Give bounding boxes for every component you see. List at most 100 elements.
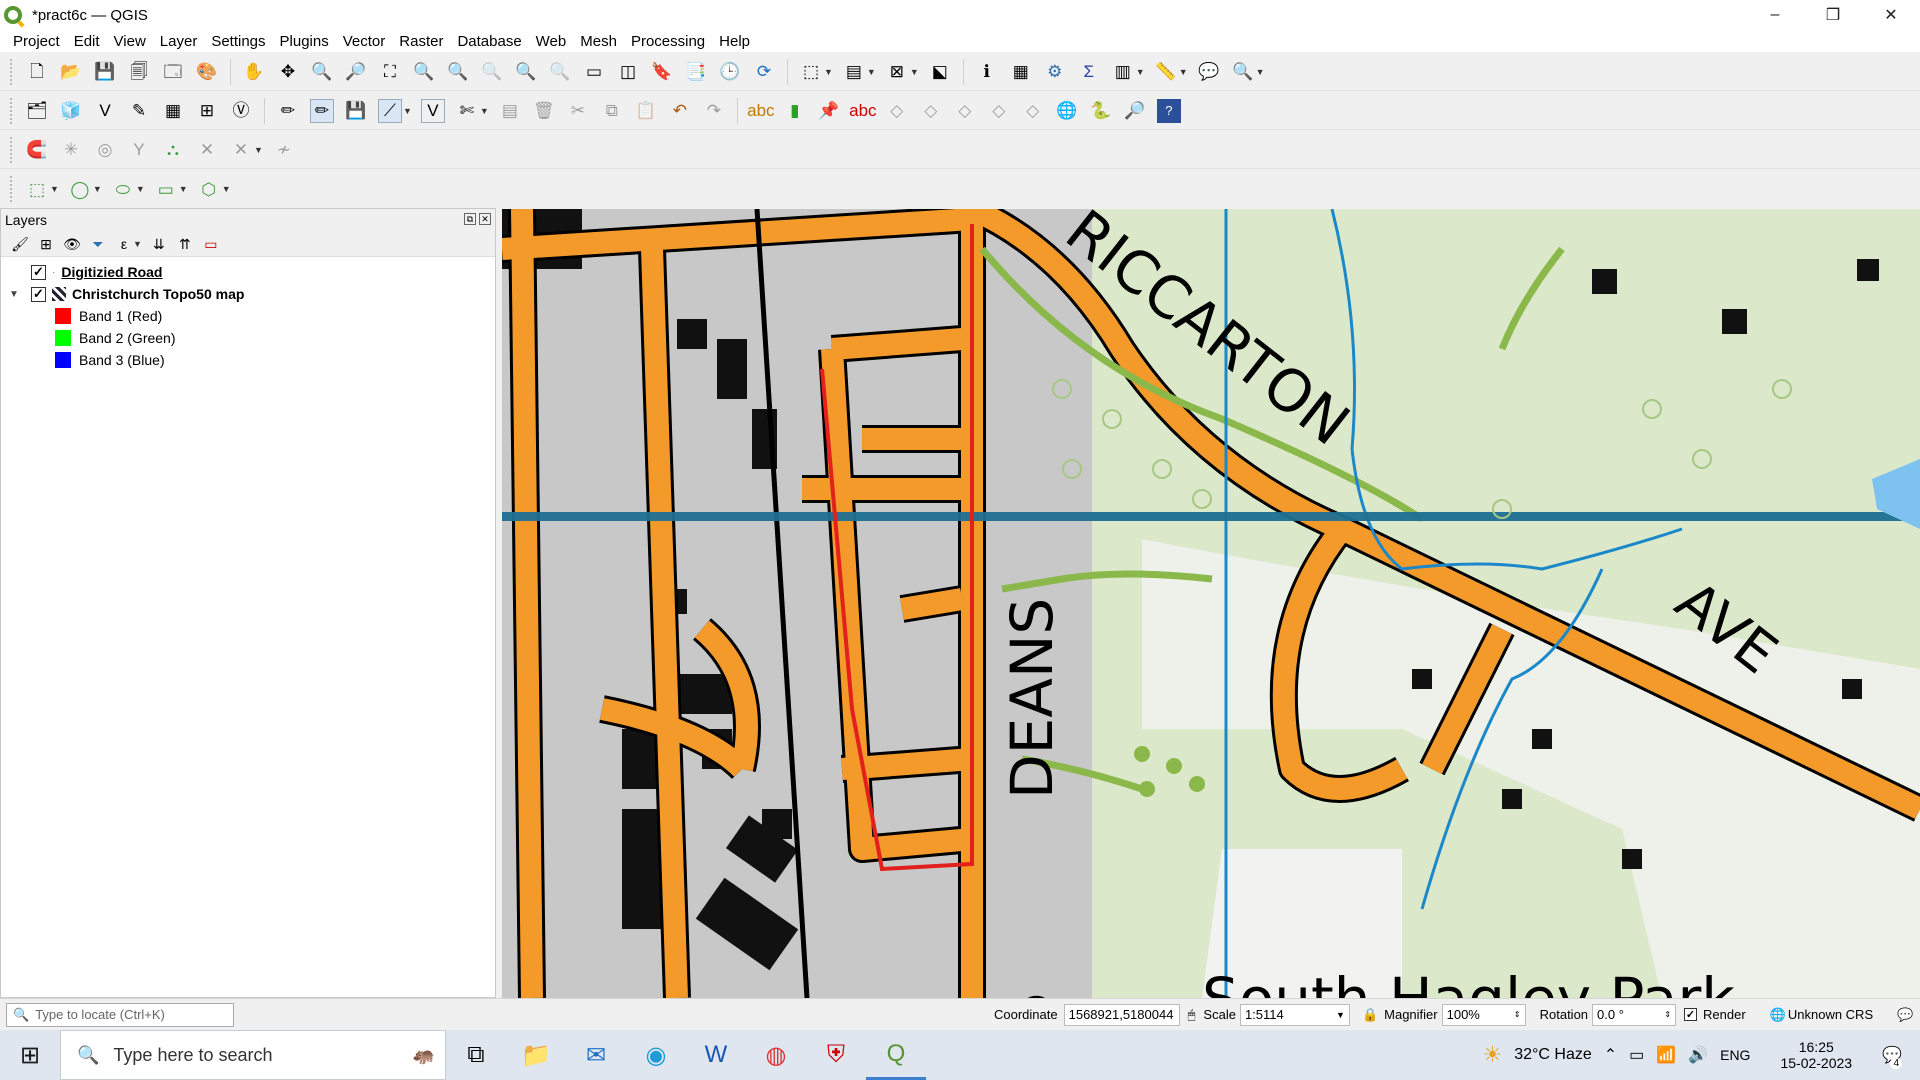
move-label-icon[interactable]: ◇ — [919, 99, 943, 123]
snapping-segment-icon[interactable]: Y — [127, 138, 151, 162]
new-bookmark-icon[interactable]: 🔖 — [650, 60, 674, 84]
metasearch-icon[interactable]: 🌐 — [1055, 99, 1079, 123]
language-indicator[interactable]: ENG — [1720, 1047, 1750, 1063]
map-canvas-svg[interactable]: RICCARTON AVE DEANS 6 South Hagley Park — [502, 209, 1920, 998]
locator-input[interactable]: 🔍 Type to locate (Ctrl+K) — [6, 1002, 234, 1027]
filter-legend-icon[interactable]: ⏷ — [88, 234, 108, 254]
menu-layer[interactable]: Layer — [153, 33, 205, 50]
zoom-next-icon[interactable]: 🔍 — [548, 60, 572, 84]
digitize-line-icon[interactable]: ⟋ — [378, 98, 402, 123]
field-calculator-icon[interactable]: ▦ — [1009, 60, 1033, 84]
menu-plugins[interactable]: Plugins — [273, 33, 336, 50]
toggle-editing-icon[interactable]: ✏ — [310, 98, 334, 123]
help-icon[interactable]: ? — [1156, 98, 1181, 123]
qgis-taskbar-icon[interactable]: Q — [866, 1030, 926, 1080]
polygon-digitize-icon[interactable]: ⬡ — [197, 177, 221, 201]
layer-visibility-checkbox[interactable]: ✓ — [31, 286, 46, 302]
weather-text[interactable]: 32°C Haze — [1514, 1046, 1592, 1064]
menu-project[interactable]: Project — [6, 33, 67, 50]
battery-icon[interactable]: ▭ — [1629, 1045, 1644, 1065]
close-button[interactable]: ✕ — [1862, 0, 1920, 30]
snapping-intersection-icon[interactable]: ✕ — [229, 138, 253, 162]
chevron-up-icon[interactable]: ⌃ — [1604, 1045, 1617, 1065]
highlight-labels-icon[interactable]: abc — [849, 99, 876, 123]
edge-icon[interactable]: ◉ — [626, 1030, 686, 1080]
style-manager-icon[interactable]: 🎨 — [195, 60, 219, 84]
notifications-icon[interactable]: 💬 4 — [1882, 1045, 1902, 1069]
circle-digitize-icon[interactable]: ◯ — [68, 177, 92, 201]
layer-diagram-icon[interactable]: ▮ — [783, 99, 807, 123]
collapse-all-icon[interactable]: ⇈ — [175, 234, 195, 254]
add-wms-icon[interactable]: ⊞ — [195, 99, 219, 123]
minimize-button[interactable]: – — [1746, 0, 1804, 30]
scale-combobox[interactable]: 1:5114 ▼ — [1239, 1003, 1350, 1026]
filter-expression-icon[interactable]: ε — [114, 234, 134, 254]
redo-icon[interactable]: ↷ — [702, 99, 726, 123]
zoom-in-icon[interactable]: 🔍 — [310, 60, 334, 84]
python-console-icon[interactable]: 🐍 — [1089, 99, 1113, 123]
expand-all-icon[interactable]: ⇊ — [149, 234, 169, 254]
close-panel-icon[interactable]: ✕ — [479, 213, 491, 225]
rotate-label-icon[interactable]: ◇ — [953, 99, 977, 123]
identify-icon[interactable]: ℹ — [975, 60, 999, 84]
taskbar-search[interactable]: 🔍 Type here to search 🦛 — [60, 1030, 446, 1080]
vertex-tool-icon[interactable]: V — [420, 98, 445, 123]
open-project-icon[interactable]: 📂 — [59, 60, 83, 84]
rectangle-digitize-icon[interactable]: ▭ — [154, 177, 178, 201]
file-explorer-icon[interactable]: 📁 — [506, 1030, 566, 1080]
rotation-spinbox[interactable]: 0.0 ° ⇕ — [1592, 1003, 1677, 1026]
weather-icon[interactable]: ☀ — [1482, 1042, 1502, 1068]
new-geopackage-icon[interactable]: 🧊 — [59, 99, 83, 123]
new-map-view-icon[interactable]: ▭ — [582, 60, 606, 84]
processing-toolbox-icon[interactable]: ⚙ — [1043, 60, 1067, 84]
undo-icon[interactable]: ↶ — [668, 99, 692, 123]
layer-visibility-checkbox[interactable]: ✓ — [31, 264, 46, 280]
layout-manager-icon[interactable]: 🗔 — [161, 60, 185, 84]
snapping-tolerance-icon[interactable]: ◎ — [93, 138, 117, 162]
toggle-extents-icon[interactable]: 🖱 — [1188, 1007, 1196, 1023]
current-edits-icon[interactable]: ✏ — [276, 99, 300, 123]
locator-icon[interactable]: 🔍 — [1231, 60, 1255, 84]
show-hide-labels-icon[interactable]: ◇ — [885, 99, 909, 123]
menu-vector[interactable]: Vector — [336, 33, 393, 50]
lock-scale-icon[interactable]: 🔒 — [1362, 1007, 1378, 1023]
menu-web[interactable]: Web — [529, 33, 574, 50]
zoom-native-icon[interactable]: 🔍 — [480, 60, 504, 84]
pan-to-selection-icon[interactable]: ✥ — [276, 60, 300, 84]
move-selection-icon[interactable]: ⬕ — [928, 60, 952, 84]
map-tips-icon[interactable]: 💬 — [1197, 60, 1221, 84]
menu-database[interactable]: Database — [450, 33, 528, 50]
deselect-icon[interactable]: ⊠ — [885, 60, 909, 84]
map-canvas[interactable]: RICCARTON AVE DEANS 6 South Hagley Park — [502, 209, 1920, 998]
menu-view[interactable]: View — [107, 33, 153, 50]
layer-styling-icon[interactable]: 🖌 — [10, 234, 30, 254]
mcafee-icon[interactable]: ⛨ — [806, 1030, 866, 1080]
chrome-icon[interactable]: ◍ — [746, 1030, 806, 1080]
copy-features-icon[interactable]: ⧉ — [600, 99, 624, 123]
tracing-icon[interactable]: ≁ — [272, 138, 296, 162]
select-features-icon[interactable]: ⬚ — [799, 60, 823, 84]
edit-attributes-icon[interactable]: ▤ — [498, 99, 522, 123]
word-icon[interactable]: W — [686, 1030, 746, 1080]
new-print-layout-icon[interactable]: 🗐 — [127, 60, 151, 84]
temporal-controller-icon[interactable]: 🕒 — [718, 60, 742, 84]
clock[interactable]: 16:25 15-02-2023 — [1774, 1039, 1858, 1071]
crs-label[interactable]: Unknown CRS — [1788, 1007, 1873, 1022]
add-virtual-layer-icon[interactable]: Ⓥ — [229, 99, 253, 123]
menu-processing[interactable]: Processing — [624, 33, 712, 50]
change-label-icon[interactable]: ◇ — [987, 99, 1011, 123]
magnifier-spinbox[interactable]: 100% ⇕ — [1441, 1003, 1526, 1026]
coordinate-field[interactable]: 1568921,5180044 — [1063, 1003, 1180, 1026]
zoom-full-icon[interactable]: ⛶ — [378, 60, 402, 84]
layer-labeling-icon[interactable]: abc — [747, 99, 774, 123]
topology-editing-icon[interactable]: ⛬ — [161, 138, 185, 162]
menu-mesh[interactable]: Mesh — [573, 33, 624, 50]
expand-arrow-icon[interactable]: ▼ — [9, 289, 21, 300]
add-group-icon[interactable]: ⊞ — [36, 234, 56, 254]
zoom-last-icon[interactable]: 🔍 — [514, 60, 538, 84]
attribute-table-icon[interactable]: ▥ — [1111, 60, 1135, 84]
shape-digitize-icon[interactable]: ⬚ — [25, 177, 49, 201]
menu-edit[interactable]: Edit — [67, 33, 107, 50]
menu-help[interactable]: Help — [712, 33, 757, 50]
layer-item-topo50[interactable]: ▼ ✓ Christchurch Topo50 map — [1, 283, 495, 305]
